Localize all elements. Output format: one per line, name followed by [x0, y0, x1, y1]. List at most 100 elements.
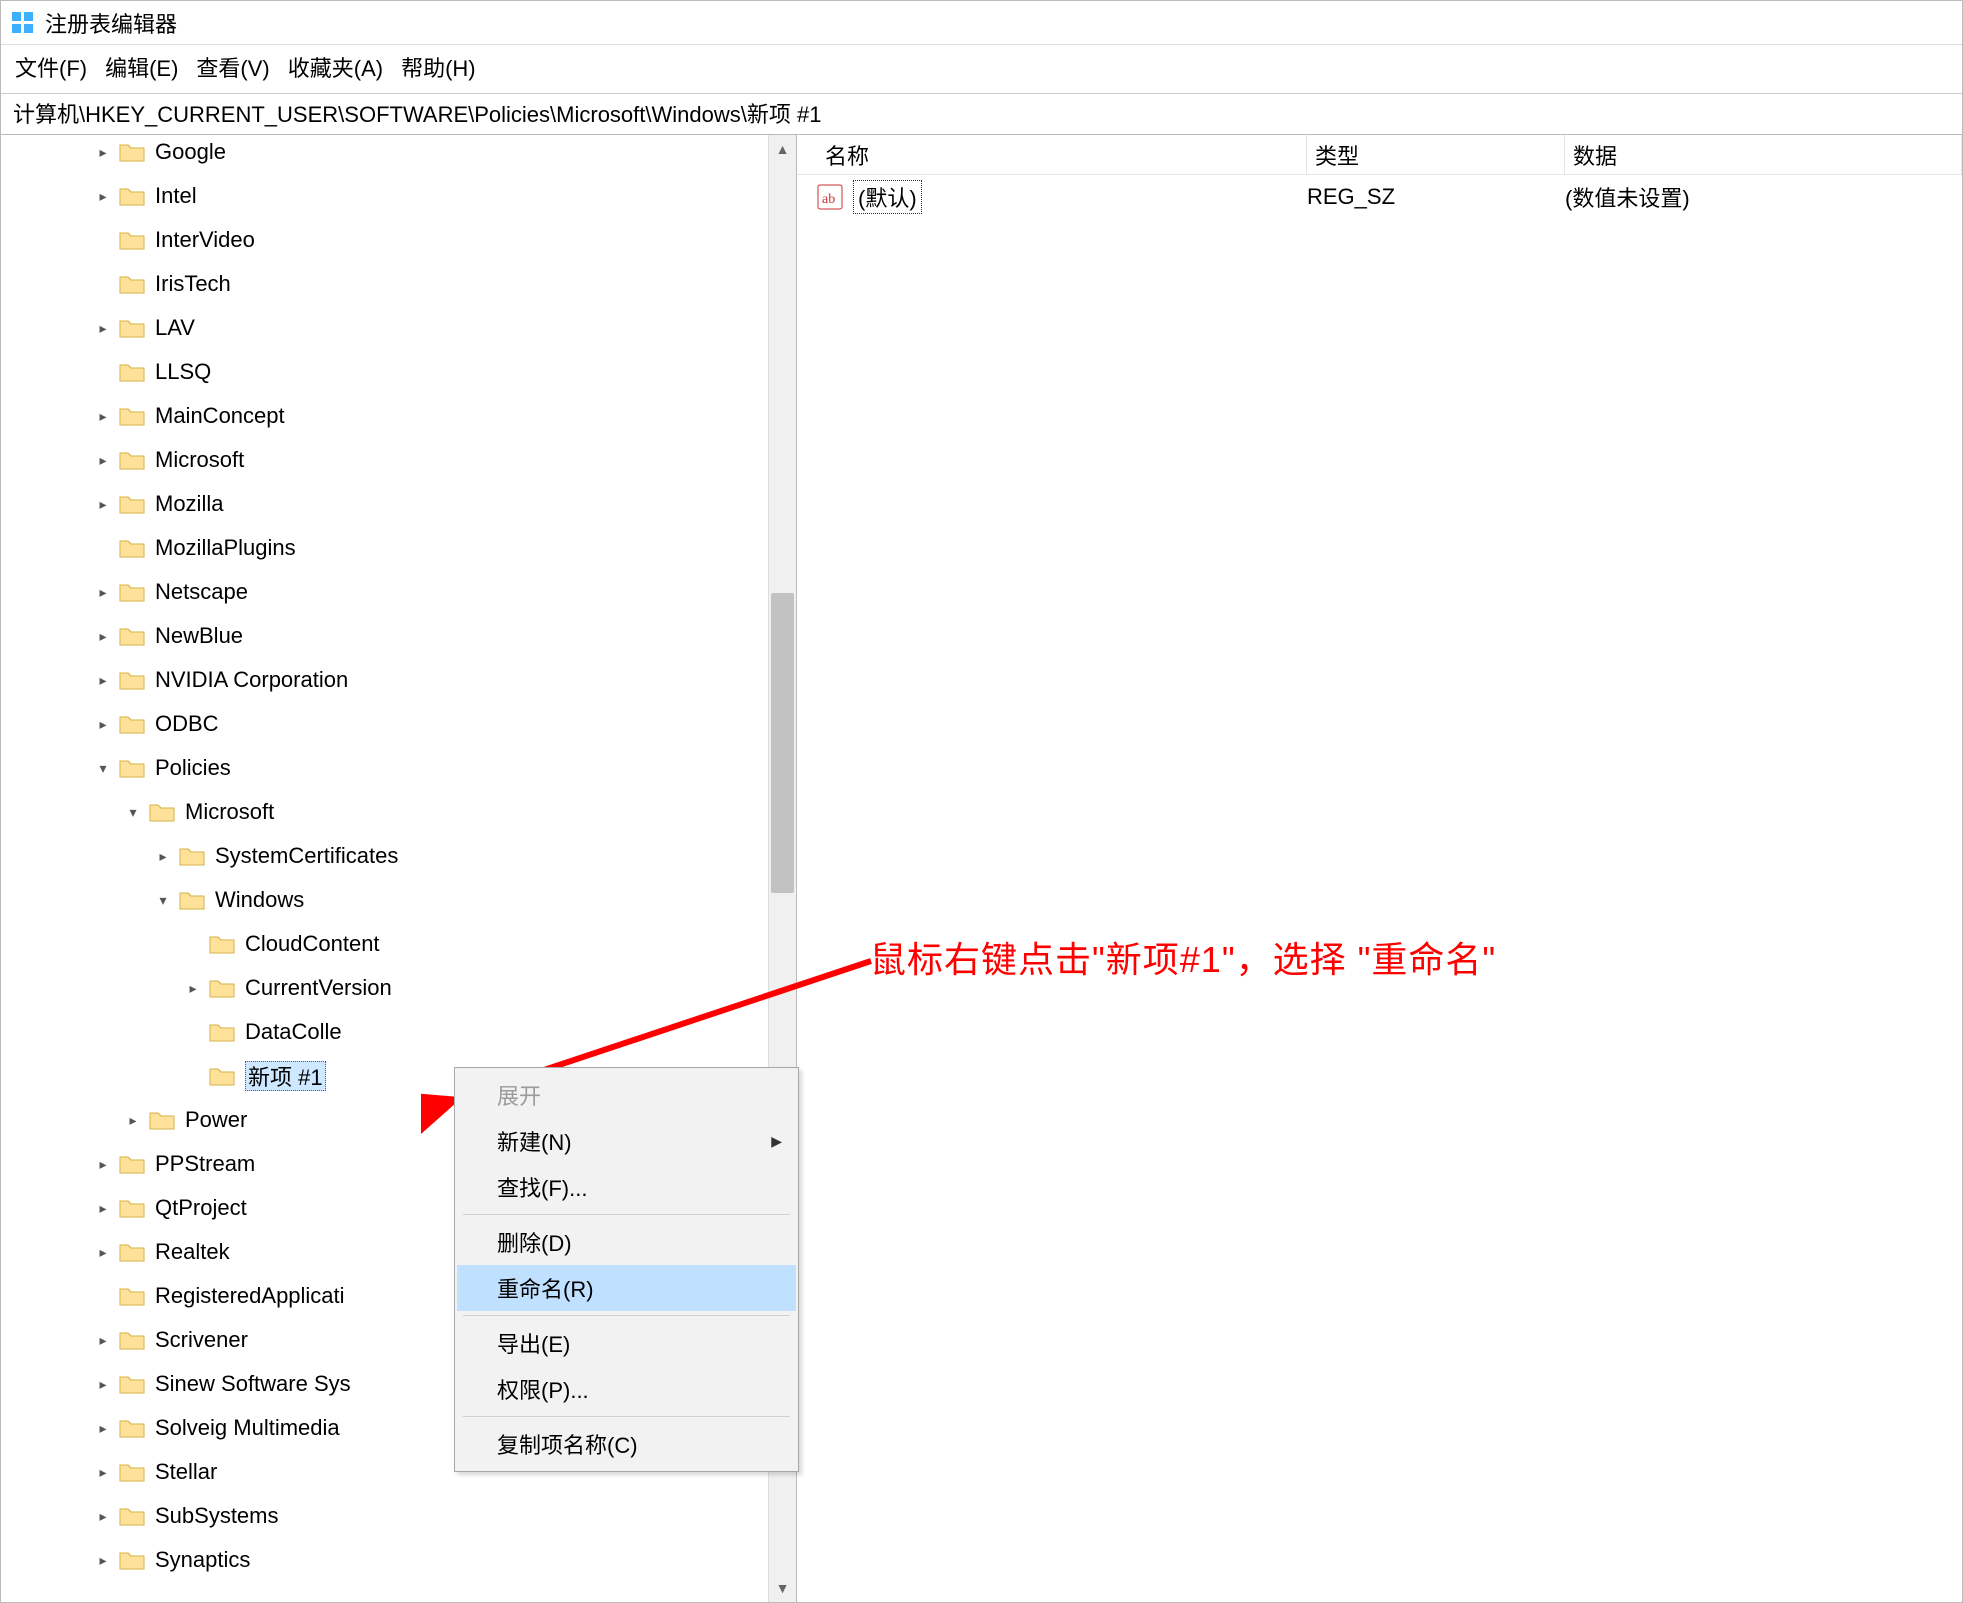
- registry-editor-window: 注册表编辑器 文件(F) 编辑(E) 查看(V) 收藏夹(A) 帮助(H) 计算…: [0, 0, 1963, 1603]
- scroll-up-icon[interactable]: ▲: [769, 135, 796, 163]
- menu-item-label: 权限(P)...: [497, 1373, 589, 1405]
- folder-icon: [119, 1153, 145, 1175]
- tree-item[interactable]: ▸Intel: [1, 174, 398, 218]
- expand-icon[interactable]: ▸: [91, 316, 115, 340]
- tree-item[interactable]: ▸LAV: [1, 306, 398, 350]
- tree-item[interactable]: ▸ Sinew Software Sys: [1, 1362, 398, 1406]
- context-menu-item: 展开: [457, 1072, 796, 1118]
- tree-item[interactable]: ▸Scrivener: [1, 1318, 398, 1362]
- tree-item[interactable]: ▸ NewBlue: [1, 614, 398, 658]
- values-list[interactable]: ab(默认)REG_SZ(数值未设置): [797, 175, 1962, 219]
- menu-help[interactable]: 帮助(H): [401, 51, 476, 83]
- tree-item[interactable]: ▸PPStream: [1, 1142, 398, 1186]
- title-bar[interactable]: 注册表编辑器: [1, 1, 1962, 45]
- tree-item[interactable]: DataColle: [1, 1010, 398, 1054]
- tree-item[interactable]: ▾Policies: [1, 746, 398, 790]
- menu-view[interactable]: 查看(V): [196, 51, 269, 83]
- expand-icon[interactable]: ▸: [91, 580, 115, 604]
- expand-icon[interactable]: ▾: [151, 888, 175, 912]
- tree-item-label: 新项 #1: [248, 1060, 323, 1092]
- expand-icon[interactable]: ▸: [91, 668, 115, 692]
- folder-icon: [119, 669, 145, 691]
- values-pane: 名称 类型 数据 ab(默认)REG_SZ(数值未设置): [797, 135, 1962, 1602]
- tree-item-label: Google: [155, 139, 226, 165]
- col-type[interactable]: 类型: [1307, 135, 1565, 174]
- tree-item[interactable]: ▸Mozilla: [1, 482, 398, 526]
- scroll-down-icon[interactable]: ▼: [769, 1574, 796, 1602]
- expand-icon[interactable]: ▸: [91, 712, 115, 736]
- expand-icon[interactable]: ▸: [91, 1416, 115, 1440]
- folder-icon: [119, 757, 145, 779]
- folder-icon: [209, 1065, 235, 1087]
- context-menu-item[interactable]: 权限(P)...: [457, 1366, 796, 1412]
- tree-item[interactable]: ▸SystemCertificates: [1, 834, 398, 878]
- context-menu-item[interactable]: 导出(E): [457, 1320, 796, 1366]
- tree-item[interactable]: MozillaPlugins: [1, 526, 398, 570]
- expand-icon[interactable]: ▸: [91, 1460, 115, 1484]
- tree-item[interactable]: ▸Stellar: [1, 1450, 398, 1494]
- tree-item[interactable]: ▸Power: [1, 1098, 398, 1142]
- expand-icon[interactable]: ▸: [91, 448, 115, 472]
- expand-icon[interactable]: ▸: [91, 1196, 115, 1220]
- context-menu-item[interactable]: 新建(N)▶: [457, 1118, 796, 1164]
- tree-item[interactable]: ▸Microsoft: [1, 438, 398, 482]
- expand-icon[interactable]: ▸: [91, 1328, 115, 1352]
- menu-edit[interactable]: 编辑(E): [105, 51, 178, 83]
- folder-icon: [119, 141, 145, 163]
- tree-item[interactable]: ▸Realtek: [1, 1230, 398, 1274]
- tree-item[interactable]: ▾Microsoft: [1, 790, 398, 834]
- expand-icon[interactable]: ▸: [181, 976, 205, 1000]
- tree-item[interactable]: ▸QtProject: [1, 1186, 398, 1230]
- tree-item[interactable]: ▸Netscape: [1, 570, 398, 614]
- context-menu-item[interactable]: 重命名(R): [457, 1265, 796, 1311]
- tree-item[interactable]: ▸Synaptics: [1, 1538, 398, 1582]
- tree-item[interactable]: LLSQ: [1, 350, 398, 394]
- menu-file[interactable]: 文件(F): [15, 51, 87, 83]
- values-header[interactable]: 名称 类型 数据: [797, 135, 1962, 175]
- context-menu-item[interactable]: 复制项名称(C): [457, 1421, 796, 1467]
- tree-item[interactable]: ▾Windows: [1, 878, 398, 922]
- tree-item[interactable]: ▸Solveig Multimedia: [1, 1406, 398, 1450]
- scroll-thumb[interactable]: [771, 593, 794, 893]
- col-data[interactable]: 数据: [1565, 135, 1962, 174]
- context-menu-item[interactable]: 查找(F)...: [457, 1164, 796, 1210]
- tree-item[interactable]: InterVideo: [1, 218, 398, 262]
- expand-icon[interactable]: ▸: [91, 184, 115, 208]
- expand-icon[interactable]: ▾: [91, 756, 115, 780]
- tree-item-label: Sinew Software Sys: [155, 1371, 351, 1397]
- tree-item[interactable]: ▸ODBC: [1, 702, 398, 746]
- expand-icon[interactable]: ▸: [91, 140, 115, 164]
- folder-icon: [149, 801, 175, 823]
- tree-item[interactable]: ▸MainConcept: [1, 394, 398, 438]
- tree-item[interactable]: 新项 #1: [1, 1054, 398, 1098]
- context-menu-item[interactable]: 删除(D): [457, 1219, 796, 1265]
- tree-item[interactable]: ▸SubSystems: [1, 1494, 398, 1538]
- menu-fav[interactable]: 收藏夹(A): [288, 51, 383, 83]
- tree-item[interactable]: CloudContent: [1, 922, 398, 966]
- expand-icon[interactable]: ▸: [91, 492, 115, 516]
- menu-separator: [463, 1214, 790, 1215]
- expand-icon[interactable]: ▸: [91, 624, 115, 648]
- expand-icon[interactable]: ▸: [91, 1548, 115, 1572]
- tree-item[interactable]: IrisTech: [1, 262, 398, 306]
- col-name[interactable]: 名称: [817, 135, 1307, 174]
- folder-icon: [119, 1241, 145, 1263]
- expand-icon[interactable]: ▸: [151, 844, 175, 868]
- tree-item[interactable]: ▸NVIDIA Corporation: [1, 658, 398, 702]
- tree-item[interactable]: RegisteredApplicati: [1, 1274, 398, 1318]
- expand-icon[interactable]: ▾: [121, 800, 145, 824]
- expand-icon[interactable]: ▸: [91, 1240, 115, 1264]
- address-bar[interactable]: 计算机\HKEY_CURRENT_USER\SOFTWARE\Policies\…: [1, 93, 1962, 135]
- value-row[interactable]: ab(默认)REG_SZ(数值未设置): [797, 175, 1962, 219]
- expand-icon[interactable]: ▸: [121, 1108, 145, 1132]
- expand-icon[interactable]: ▸: [91, 1504, 115, 1528]
- expand-icon[interactable]: ▸: [91, 404, 115, 428]
- tree-item-label: NewBlue: [155, 623, 243, 649]
- expand-icon[interactable]: ▸: [91, 1372, 115, 1396]
- folder-icon: [119, 1461, 145, 1483]
- tree-item[interactable]: ▸ Google: [1, 135, 398, 174]
- menu-bar: 文件(F) 编辑(E) 查看(V) 收藏夹(A) 帮助(H): [1, 45, 1962, 93]
- expand-icon[interactable]: ▸: [91, 1152, 115, 1176]
- tree-item[interactable]: ▸CurrentVersion: [1, 966, 398, 1010]
- registry-tree[interactable]: ▸Google▸IntelInterVideoIrisTech▸LAVLLSQ▸…: [1, 135, 398, 1582]
